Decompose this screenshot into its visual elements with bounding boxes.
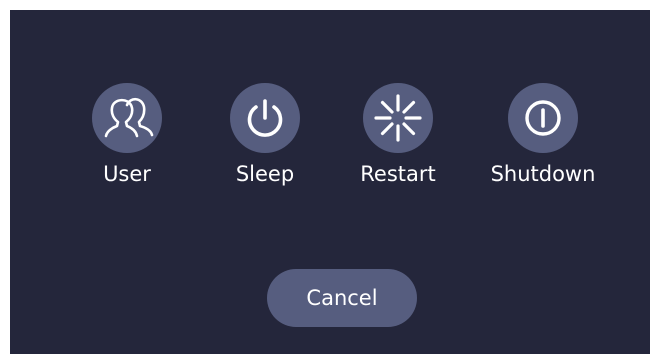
shutdown-icon [525, 100, 561, 136]
sleep-label: Sleep [235, 162, 295, 186]
restart-option[interactable]: Restart [328, 83, 468, 187]
restart-label: Restart [360, 162, 436, 186]
power-dialog: User Sleep Restart Shutdown Cancel [10, 10, 650, 354]
restart-button[interactable] [363, 83, 433, 153]
sleep-button[interactable] [230, 83, 300, 153]
user-option[interactable]: User [57, 83, 197, 187]
power-icon [247, 99, 283, 137]
shutdown-option[interactable]: Shutdown [473, 83, 613, 187]
restart-icon [374, 94, 422, 142]
sleep-option[interactable]: Sleep [195, 83, 335, 187]
shutdown-label: Shutdown [490, 162, 596, 186]
cancel-button[interactable]: Cancel [267, 269, 417, 327]
shutdown-button[interactable] [508, 83, 578, 153]
user-button[interactable] [92, 83, 162, 153]
user-label: User [103, 162, 151, 186]
user-icon [104, 97, 154, 138]
